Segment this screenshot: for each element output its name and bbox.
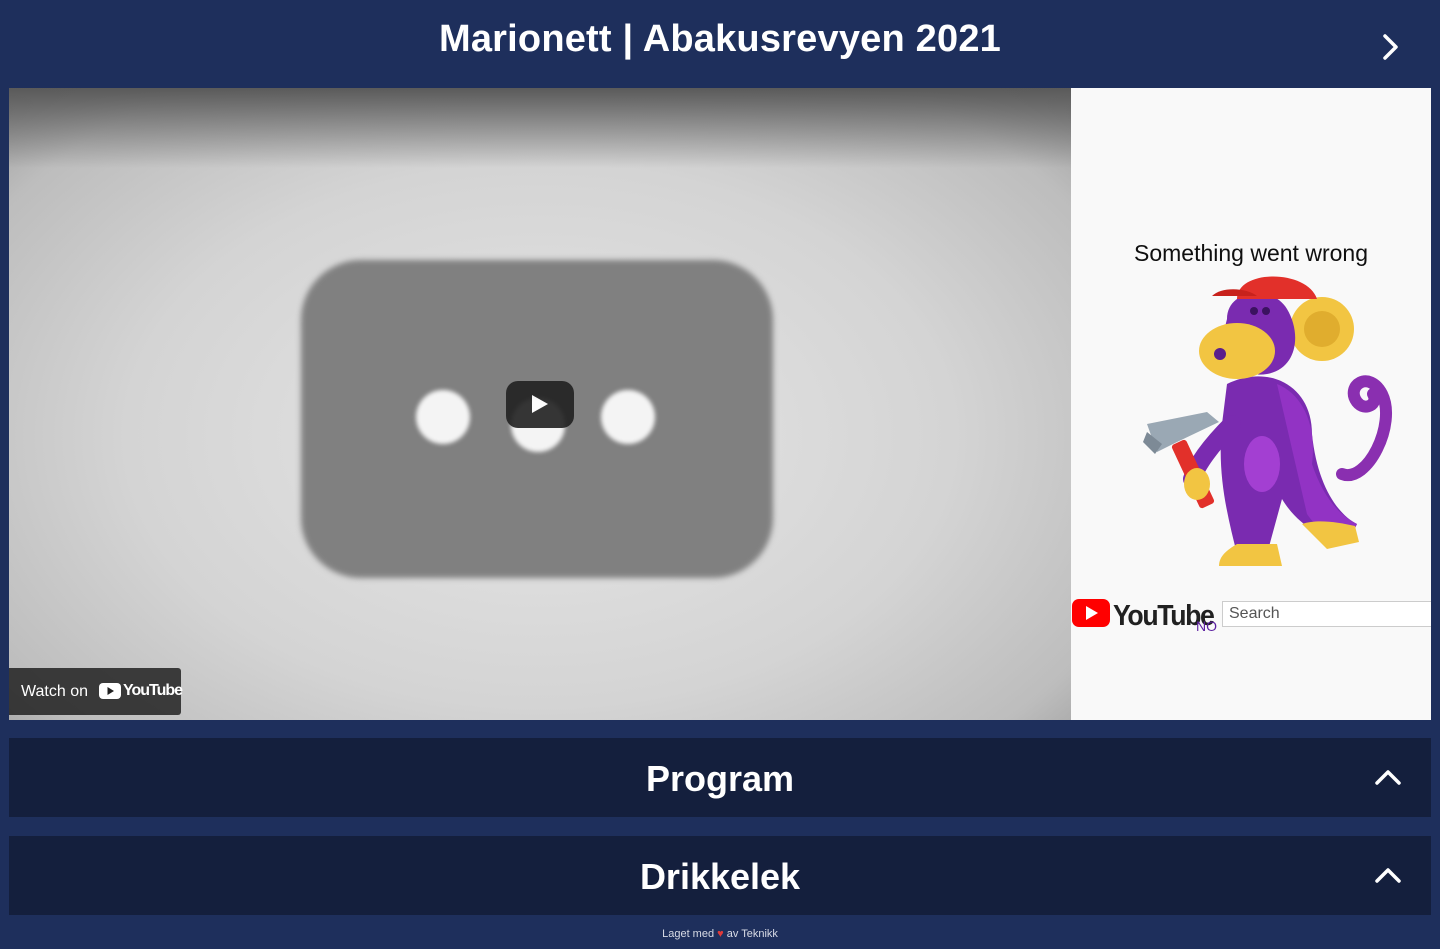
section-program-title: Program	[645, 758, 795, 799]
monkey-with-hammer-illustration	[1143, 276, 1392, 566]
section-program[interactable]: Program	[9, 738, 1431, 817]
youtube-logo-icon	[1072, 599, 1110, 627]
error-message: Something went wrong	[1134, 240, 1368, 266]
loading-dot-left	[416, 390, 470, 444]
youtube-error-panel: Something went wrong YouTube NO Search	[1071, 88, 1431, 720]
video-player[interactable]: Watch on YouTube	[9, 88, 1071, 720]
page-header: Marionett | Abakusrevyen 2021	[0, 0, 1440, 88]
youtube-search-input[interactable]	[1222, 601, 1431, 627]
youtube-logo-icon	[99, 683, 121, 699]
youtube-country-code: NO	[1196, 618, 1217, 634]
section-drikkelek[interactable]: Drikkelek	[9, 836, 1431, 915]
heart-icon: ♥	[717, 928, 724, 940]
footer-prefix: Laget med	[662, 928, 715, 940]
video-top-shade	[9, 88, 1071, 168]
watch-on-brand: YouTube	[123, 682, 183, 699]
play-button[interactable]	[506, 381, 574, 428]
loading-dot-right	[601, 390, 655, 444]
footer-suffix: av Teknikk	[726, 928, 778, 940]
page-footer: Laget med ♥ av Teknikk	[0, 928, 1440, 940]
youtube-brand[interactable]: YouTube NO	[1071, 598, 1217, 634]
section-drikkelek-title: Drikkelek	[639, 856, 801, 897]
chevron-right-icon	[1383, 34, 1398, 60]
next-button[interactable]	[1376, 30, 1406, 64]
chevron-up-icon	[1375, 868, 1401, 883]
watch-on-label: Watch on	[21, 683, 88, 700]
page-title: Marionett | Abakusrevyen 2021	[438, 18, 1002, 60]
chevron-up-icon	[1375, 770, 1401, 785]
play-icon	[532, 395, 548, 413]
watch-on-youtube-button[interactable]: Watch on YouTube	[9, 668, 183, 715]
